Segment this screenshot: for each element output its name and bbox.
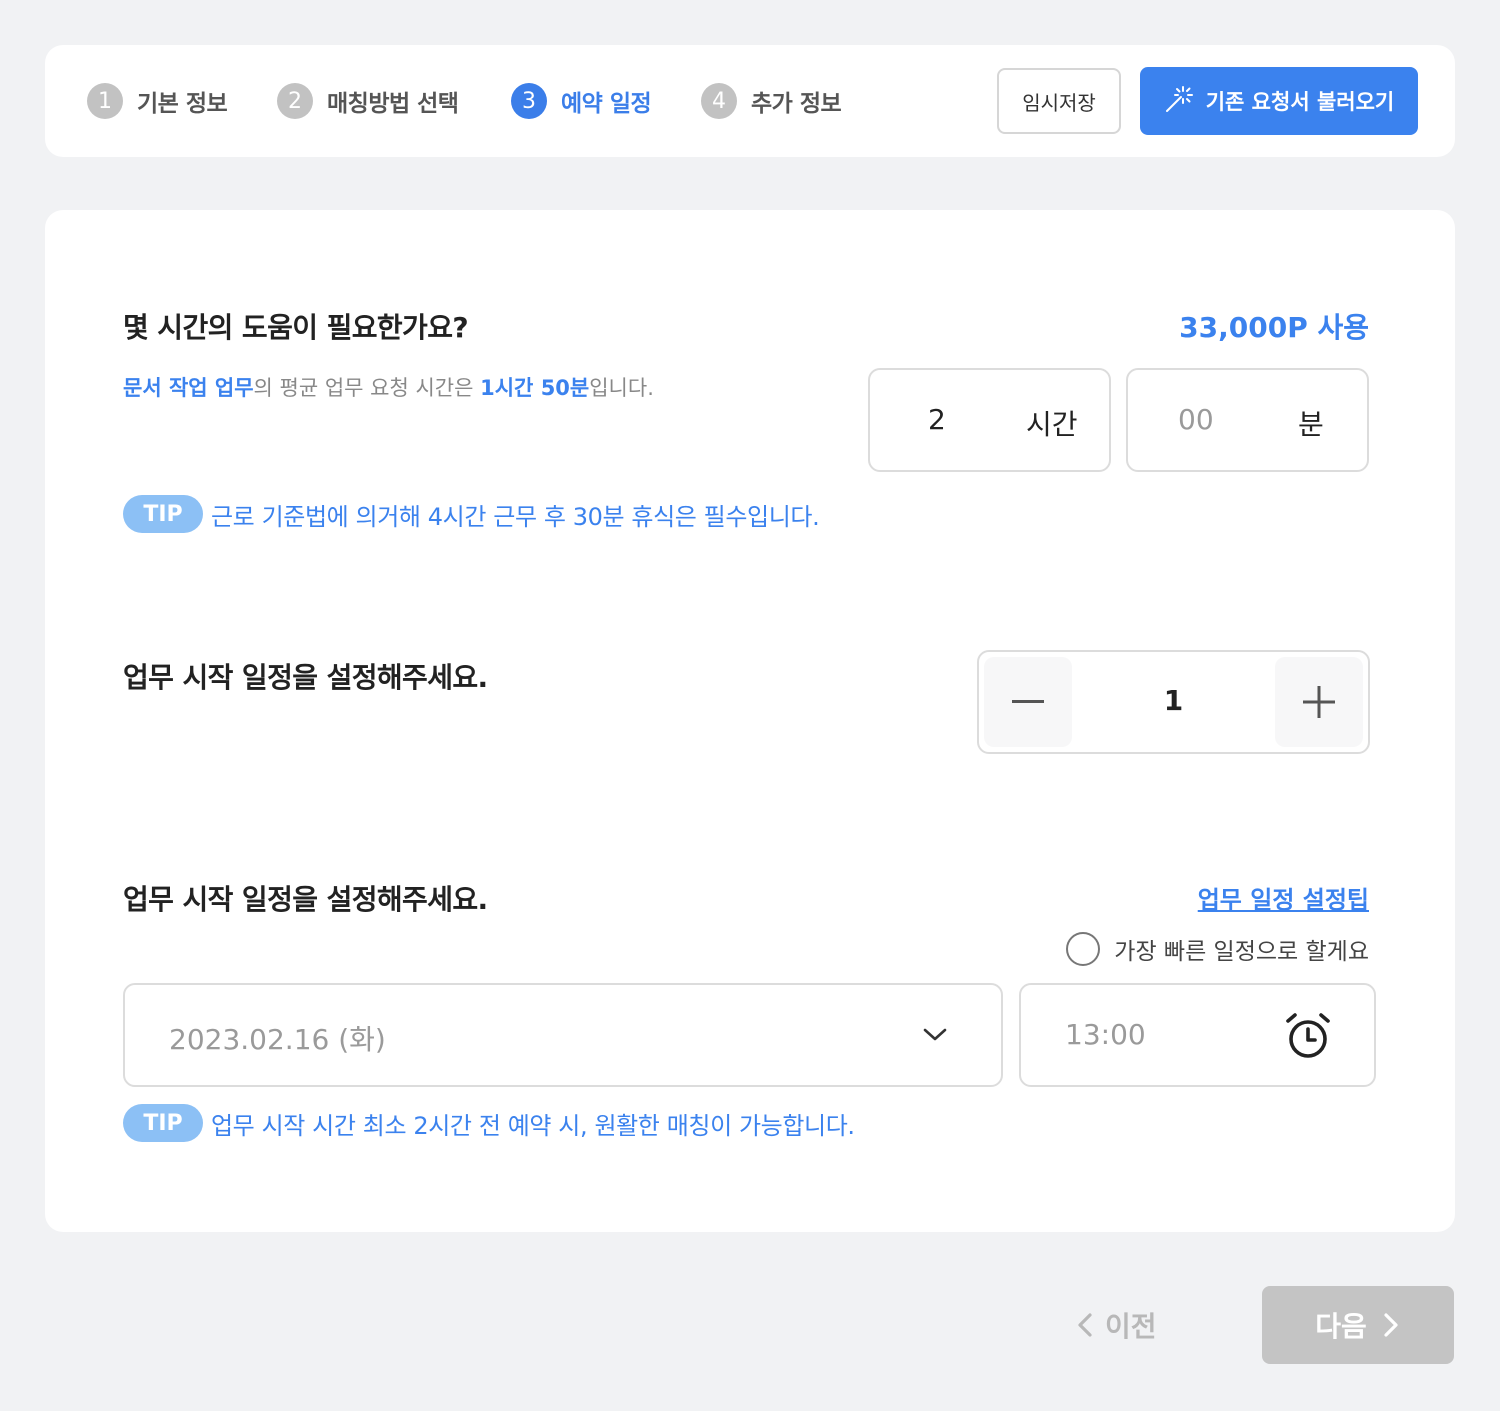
increment-button[interactable]: [1275, 657, 1363, 747]
earliest-schedule-label: 가장 빠른 일정으로 할게요: [1114, 939, 1369, 965]
prev-button[interactable]: 이전: [1075, 1300, 1185, 1350]
duration-title: 몇 시간의 도움이 필요한가요?: [123, 311, 469, 344]
count-title: 업무 시작 일정을 설정해주세요.: [123, 661, 488, 694]
step-reservation-schedule[interactable]: 3 예약 일정: [511, 83, 652, 119]
main-card: 몇 시간의 도움이 필요한가요? 33,000P 사용 문서 작업 업무의 평균…: [45, 210, 1455, 1232]
time-value: 13:00: [1065, 1018, 1146, 1051]
plus-icon: [1303, 686, 1335, 718]
radio-button[interactable]: [1066, 932, 1101, 966]
next-label: 다음: [1315, 1310, 1367, 1343]
step-basic-info[interactable]: 1 기본 정보: [87, 83, 228, 119]
chevron-right-icon: [1384, 1313, 1398, 1337]
task-category: 문서 작업 업무: [123, 376, 254, 400]
schedule-tip-link[interactable]: 업무 일정 설정팁: [1198, 880, 1369, 915]
desc-end: 입니다.: [589, 376, 654, 400]
duration-tip: TIP 근로 기준법에 의거해 4시간 근무 후 30분 휴식은 필수입니다.: [123, 495, 820, 533]
date-value: 2023.02.16 (화): [169, 1023, 386, 1056]
minutes-input[interactable]: 00 분: [1126, 368, 1369, 472]
step-label: 기본 정보: [137, 91, 228, 117]
temp-save-button[interactable]: 임시저장: [997, 68, 1121, 134]
hours-input[interactable]: 2 시간: [868, 368, 1111, 472]
tip-badge: TIP: [123, 495, 203, 533]
minutes-unit: 분: [1298, 408, 1324, 441]
tip-text: 근로 기준법에 의거해 4시간 근무 후 30분 휴식은 필수입니다.: [211, 502, 820, 531]
step-label: 매칭방법 선택: [327, 91, 459, 117]
step-number: 2: [277, 83, 313, 119]
magic-wand-icon: [1164, 84, 1194, 119]
prev-label: 이전: [1105, 1310, 1157, 1343]
tip-badge: TIP: [123, 1104, 203, 1142]
quantity-stepper: 1: [977, 650, 1370, 754]
date-select[interactable]: 2023.02.16 (화): [123, 983, 1003, 1087]
schedule-tip: TIP 업무 시작 시간 최소 2시간 전 예약 시, 원활한 매칭이 가능합니…: [123, 1104, 855, 1142]
step-label: 예약 일정: [561, 91, 652, 117]
average-duration: 1시간 50분: [480, 376, 590, 400]
step-additional-info[interactable]: 4 추가 정보: [701, 83, 842, 119]
chevron-down-icon: [922, 1025, 948, 1047]
tip-text: 업무 시작 시간 최소 2시간 전 예약 시, 원활한 매칭이 가능합니다.: [211, 1111, 855, 1140]
schedule-title: 업무 시작 일정을 설정해주세요.: [123, 883, 488, 916]
hours-unit: 시간: [1026, 408, 1078, 441]
step-matching-method[interactable]: 2 매칭방법 선택: [277, 83, 459, 119]
time-input[interactable]: 13:00: [1019, 983, 1376, 1087]
step-number: 3: [511, 83, 547, 119]
points-usage: 33,000P 사용: [1179, 311, 1369, 344]
minutes-value: 00: [1178, 403, 1214, 436]
alarm-clock-icon[interactable]: [1283, 1011, 1333, 1065]
load-request-button[interactable]: 기존 요청서 불러오기: [1140, 67, 1418, 135]
chevron-left-icon: [1078, 1313, 1092, 1337]
desc-middle: 의 평균 업무 요청 시간은: [253, 376, 481, 400]
step-label: 추가 정보: [751, 91, 842, 117]
step-number: 4: [701, 83, 737, 119]
hours-value: 2: [928, 403, 946, 436]
stepper-card: 1 기본 정보 2 매칭방법 선택 3 예약 일정 4 추가 정보 임시저장 기…: [45, 45, 1455, 157]
load-request-label: 기존 요청서 불러오기: [1205, 90, 1395, 114]
step-number: 1: [87, 83, 123, 119]
earliest-schedule-option[interactable]: 가장 빠른 일정으로 할게요: [1066, 932, 1369, 966]
duration-description: 문서 작업 업무의 평균 업무 요청 시간은 1시간 50분입니다.: [123, 372, 654, 402]
next-button[interactable]: 다음: [1262, 1286, 1454, 1364]
